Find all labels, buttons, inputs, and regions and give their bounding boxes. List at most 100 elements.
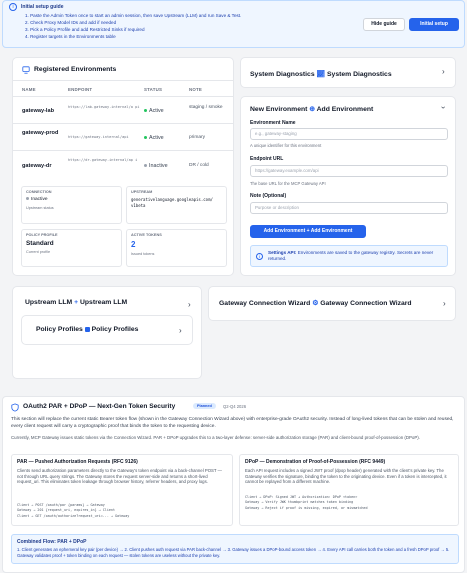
env-status: Inactive	[144, 163, 168, 169]
env-name-input[interactable]: e.g., gateway-staging	[250, 128, 448, 140]
add-environment-button[interactable]: Add Environment + Add Environment	[250, 225, 366, 238]
env-name[interactable]: gateway-lab	[22, 108, 64, 115]
env-status: Active	[144, 108, 164, 114]
env-name[interactable]: gateway-dr	[22, 163, 64, 170]
plus-circle-icon: ⊕	[309, 106, 315, 113]
note-label: Note (Optional)	[250, 193, 287, 199]
shield-icon	[11, 403, 19, 412]
upstream-stat: UPSTREAM generativelanguage.googleapis.c…	[126, 186, 227, 224]
combined-flow-text: 1. Client generates an ephemeral key pai…	[17, 547, 450, 558]
oauth-para-2: Currently, MCP Gateway issues static tok…	[11, 435, 420, 440]
status-text: Inactive	[149, 163, 168, 169]
dpop-text: Each API request includes a signed JWT p…	[245, 468, 447, 485]
system-diagnostics-card[interactable]: System Diagnostics 📈︎ System Diagnostics…	[240, 57, 456, 88]
par-code: Client → POST /oauth/par {params} → Gate…	[17, 503, 129, 519]
setup-guide-banner: i Initial setup guide 1. Paste the Admin…	[2, 0, 465, 48]
chevron-right-icon: ›	[188, 300, 191, 309]
upstream-value: generativelanguage.googleapis.com/ v1bet…	[131, 197, 213, 208]
dpop-box: DPoP — Demonstration of Proof-of-Possess…	[239, 454, 459, 526]
status-dot-icon	[144, 136, 147, 140]
oauth-para-1: This section will replace the current st…	[11, 417, 454, 429]
add-environment-label: Add Environment	[263, 228, 306, 234]
setup-step: 3. Pick a Policy Profile and add Restric…	[25, 27, 145, 32]
policy-value: Standard	[26, 240, 54, 247]
status-text: Active	[149, 108, 164, 114]
tokens-label: ACTIVE TOKENS	[131, 233, 162, 237]
env-note: DR / cold	[189, 163, 209, 168]
col-header-note: NOTE	[189, 87, 202, 92]
chevron-right-icon: ›	[443, 299, 446, 308]
upstream-llm-title-text: Upstream LLM	[79, 299, 128, 306]
combined-flow-title: Combined Flow: PAR + DPoP	[17, 539, 87, 545]
chevron-right-icon: ›	[442, 67, 445, 76]
hide-guide-button[interactable]: Hide guide	[363, 18, 405, 31]
gateway-wizard-title: Gateway Connection Wizard ⚙ Gateway Conn…	[219, 299, 412, 307]
env-note: primary	[189, 135, 205, 140]
environments-title: Registered Environments	[34, 66, 117, 73]
env-name-help: A unique identifier for this environment	[250, 143, 322, 148]
setup-step: 4. Register targets in the Environments …	[25, 34, 116, 39]
col-header-status: STATUS	[144, 87, 163, 92]
chevron-down-icon[interactable]: ›	[439, 106, 448, 109]
plus-icon: +	[306, 228, 310, 234]
policy-sub: Current profile	[26, 250, 51, 254]
par-title: PAR — Pushed Authorization Requests (RFC…	[17, 459, 138, 465]
env-name[interactable]: gateway-prod	[22, 130, 64, 137]
status-dot-icon	[144, 164, 147, 168]
endpoint-url-input[interactable]: https://gateway.example.com/api	[250, 165, 448, 177]
connection-value: Inactive	[26, 197, 48, 202]
registered-environments-card: Registered Environments NAME ENDPOINT ST…	[12, 57, 234, 276]
gateway-wizard-card[interactable]: Gateway Connection Wizard ⚙ Gateway Conn…	[208, 286, 456, 321]
connection-value-text: Inactive	[31, 197, 48, 202]
policy-profiles-title: Policy Profiles Policy Profiles	[36, 326, 138, 333]
diagnostics-title: System Diagnostics 📈︎ System Diagnostics	[250, 70, 392, 78]
endpoint-url-help: The base URL for the MCP Gateway API	[250, 181, 326, 186]
gateway-wizard-title-text: Gateway Connection Wizard	[219, 300, 311, 307]
upstream-llm-title-text: Upstream LLM	[25, 299, 73, 306]
col-header-name: NAME	[22, 87, 36, 92]
env-status: Active	[144, 135, 164, 141]
env-endpoint: https://dr.gateway.internal/ap i	[68, 158, 138, 162]
policy-profiles-title-text: Policy Profiles	[36, 326, 83, 333]
connection-label: CONNECTION	[26, 190, 52, 194]
upstream-llm-card[interactable]: Upstream LLM + Upstream LLM › Policy Pro…	[12, 286, 202, 379]
new-environment-title-text: Add Environment	[316, 106, 374, 113]
diagnostics-title-text: System Diagnostics	[250, 71, 315, 78]
new-environment-title-text: New Environment	[250, 106, 308, 113]
upstream-llm-title: Upstream LLM + Upstream LLM	[25, 299, 127, 306]
setup-guide-title: Initial setup guide	[21, 4, 64, 10]
combined-flow-box: Combined Flow: PAR + DPoP 1. Client gene…	[11, 534, 459, 564]
dpop-code: Client → DPoP: Signed JWT + Authorizatio…	[245, 495, 367, 511]
env-note: staging / smoke	[189, 105, 223, 110]
dpop-title: DPoP — Demonstration of Proof-of-Possess…	[245, 459, 386, 465]
diagnostics-title-text: System Diagnostics	[327, 71, 392, 78]
settings-info-box: i Settings API: Environments are saved t…	[250, 245, 448, 267]
policy-label: POLICY PROFILE	[26, 233, 58, 237]
policy-icon	[84, 326, 90, 332]
chart-icon: 📈︎	[316, 71, 326, 78]
initial-setup-button[interactable]: Initial setup	[409, 18, 459, 31]
status-dot-icon	[26, 197, 29, 201]
par-text: Clients send authorization parameters di…	[17, 468, 222, 485]
monitor-icon	[22, 66, 30, 74]
status-text: Active	[149, 135, 164, 141]
tokens-stat: ACTIVE TOKENS 2 Issued tokens	[126, 229, 227, 267]
new-environment-title: New Environment ⊕ Add Environment	[250, 105, 373, 113]
settings-info-text: Settings API: Environments are saved to …	[268, 250, 444, 262]
note-input[interactable]: Purpose or description	[250, 202, 448, 214]
info-icon: i	[9, 3, 17, 11]
tokens-value: 2	[131, 240, 136, 249]
env-endpoint: https://lab.gateway.internal/a pi	[68, 105, 140, 109]
oauth-date: Q2-Q4 2026	[223, 404, 247, 409]
info-icon: i	[256, 253, 263, 260]
status-dot-icon	[144, 109, 147, 113]
policy-profiles-title-text: Policy Profiles	[91, 326, 139, 333]
connection-stat: CONNECTION Inactive Upstream status	[21, 186, 122, 224]
code-line: Gateway → Reject if proof is missing, ex…	[245, 505, 368, 510]
env-name-label: Environment Name	[250, 120, 296, 126]
policy-profiles-card[interactable]: Policy Profiles Policy Profiles ›	[21, 315, 193, 345]
connection-sub: Upstream status	[26, 206, 54, 210]
setup-steps: 1. Paste the Admin Token once to start a…	[25, 12, 241, 40]
endpoint-url-label: Endpoint URL	[250, 156, 284, 162]
plus-icon: +	[74, 299, 79, 306]
